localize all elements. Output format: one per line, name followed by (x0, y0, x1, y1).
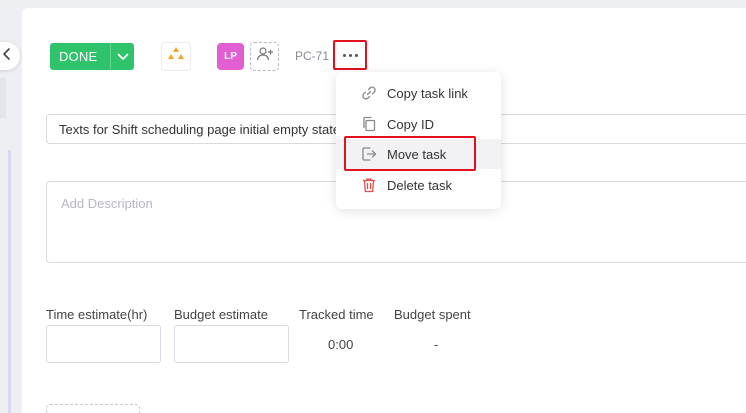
move-icon (360, 145, 378, 163)
copy-icon (360, 115, 378, 133)
task-options-menu: Copy task link Copy ID Move task Delete … (336, 72, 501, 209)
menu-item-copy-id[interactable]: Copy ID (336, 109, 501, 139)
menu-item-copy-task-link[interactable]: Copy task link (336, 78, 501, 108)
menu-item-label: Delete task (387, 177, 453, 193)
budget-spent-value: - (434, 337, 439, 352)
chevron-down-icon (110, 43, 134, 70)
status-dropdown[interactable]: DONE (50, 43, 134, 70)
avatar-initials: LP (224, 51, 237, 62)
chevron-left-icon (2, 47, 12, 66)
priority-icon (166, 46, 186, 67)
description-placeholder: Add Description (61, 196, 153, 211)
status-label: DONE (59, 49, 98, 64)
assignee-avatar[interactable]: LP (217, 43, 244, 70)
priority-button[interactable] (161, 42, 191, 71)
link-icon (360, 84, 378, 102)
tracked-time-value: 0:00 (328, 337, 354, 352)
rail-marker (0, 78, 6, 118)
rail-line (8, 150, 11, 413)
menu-item-label: Copy ID (387, 116, 434, 132)
menu-item-delete-task[interactable]: Delete task (336, 170, 501, 200)
trash-icon (360, 176, 378, 194)
task-id: PC-71 (295, 49, 330, 63)
more-options-button[interactable] (333, 40, 367, 70)
more-dot (354, 53, 358, 57)
add-member-button[interactable] (250, 42, 279, 71)
budget-estimate-label: Budget estimate (174, 307, 268, 322)
menu-item-label: Move task (387, 146, 447, 162)
time-estimate-label: Time estimate(hr) (46, 307, 148, 322)
budget-spent-label: Budget spent (394, 307, 471, 322)
more-dots-icon (342, 53, 346, 57)
add-user-icon (256, 46, 274, 67)
time-estimate-input[interactable] (46, 325, 161, 363)
more-dot (348, 53, 352, 57)
menu-item-move-task[interactable]: Move task (336, 139, 501, 169)
add-field-button[interactable] (46, 404, 140, 413)
tracked-time-label: Tracked time (299, 307, 374, 322)
budget-estimate-input[interactable] (174, 325, 289, 363)
menu-item-label: Copy task link (387, 85, 468, 101)
